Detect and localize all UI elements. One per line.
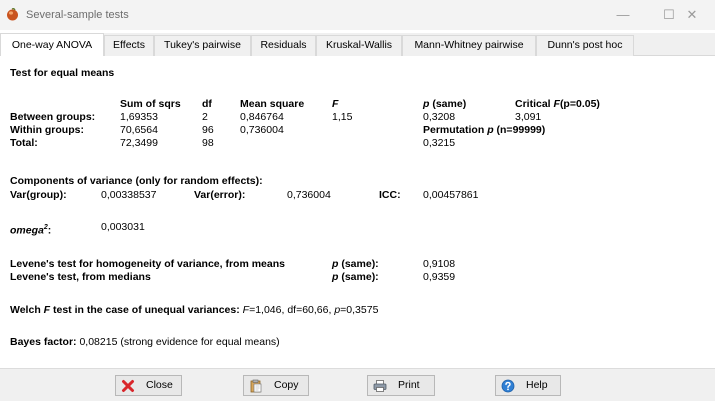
total-ss: 72,3499 — [120, 137, 158, 149]
row-label-between: Between groups: — [10, 111, 96, 123]
between-ms: 0,846764 — [240, 111, 284, 123]
critical-f-value: 3,091 — [515, 111, 542, 123]
welch-line: Welch F test in the case of unequal vari… — [10, 304, 379, 316]
icc-label: ICC: — [379, 189, 401, 201]
permutation-p: 0,3215 — [423, 137, 456, 149]
levene-means-label: Levene's test for homogeneity of varianc… — [10, 258, 285, 270]
report-heading: Test for equal means — [10, 67, 115, 79]
copy-button-label: Copy — [274, 379, 299, 391]
icc-value: 0,00457861 — [423, 189, 479, 201]
levene-means-p: 0,9108 — [423, 258, 456, 270]
help-button-label: Help — [526, 379, 548, 391]
close-window-button[interactable]: ✕ — [669, 0, 715, 30]
tab-bar: One-way ANOVA Effects Tukey's pairwise R… — [0, 33, 715, 57]
levene-medians-p: 0,9359 — [423, 271, 456, 283]
tab-residuals[interactable]: Residuals — [251, 35, 316, 56]
window-title: Several-sample tests — [26, 9, 129, 21]
print-button-label: Print — [398, 379, 420, 391]
within-ss: 70,6564 — [120, 124, 158, 136]
within-ms: 0,736004 — [240, 124, 284, 136]
header-p-same: p (same) — [423, 98, 467, 110]
close-icon — [122, 380, 134, 392]
var-group-label: Var(group): — [10, 189, 67, 201]
levene-medians-label: Levene's test, from medians — [10, 271, 151, 283]
clipboard-icon — [250, 379, 262, 393]
copy-button[interactable]: Copy — [243, 375, 309, 396]
printer-icon — [373, 380, 387, 392]
tab-dunns-post-hoc[interactable]: Dunn's post hoc — [536, 35, 634, 56]
levene-means-p-label: p (same): — [332, 258, 379, 270]
row-label-total: Total: — [10, 137, 38, 149]
permutation-label: Permutation p (n=99999) — [423, 124, 546, 136]
title-bar: Several-sample tests — ☐ ✕ — [0, 0, 715, 30]
header-f: F — [332, 98, 339, 110]
var-error-label: Var(error): — [194, 189, 246, 201]
levene-medians-p-label: p (same): — [332, 271, 379, 283]
close-button-label: Close — [146, 379, 173, 391]
bayes-line: Bayes factor: 0,08215 (strong evidence f… — [10, 336, 280, 348]
components-heading: Components of variance (only for random … — [10, 175, 263, 187]
minimize-button[interactable]: — — [600, 0, 646, 30]
between-df: 2 — [202, 111, 208, 123]
header-df: df — [202, 98, 212, 110]
header-sum-of-squares: Sum of sqrs — [120, 98, 181, 110]
help-icon — [501, 379, 515, 393]
app-logo-icon — [7, 8, 18, 21]
row-label-within: Within groups: — [10, 124, 84, 136]
header-mean-square: Mean square — [240, 98, 305, 110]
var-error-value: 0,736004 — [287, 189, 331, 201]
tab-kruskal-wallis[interactable]: Kruskal-Wallis — [316, 35, 402, 56]
total-df: 98 — [202, 137, 214, 149]
between-f: 1,15 — [332, 111, 353, 123]
tab-mann-whitney-pairwise[interactable]: Mann-Whitney pairwise — [402, 35, 536, 56]
help-button[interactable]: Help — [495, 375, 561, 396]
omega-label: omega2: — [10, 224, 52, 237]
button-bar: Close Copy Print Help — [0, 368, 715, 401]
between-p: 0,3208 — [423, 111, 456, 123]
tab-tukeys-pairwise[interactable]: Tukey's pairwise — [154, 35, 251, 56]
between-ss: 1,69353 — [120, 111, 158, 123]
omega-value: 0,003031 — [101, 221, 145, 233]
tab-effects[interactable]: Effects — [104, 35, 154, 56]
tab-one-way-anova[interactable]: One-way ANOVA — [0, 33, 104, 57]
var-group-value: 0,00338537 — [101, 189, 157, 201]
header-critical-f: Critical F(p=0.05) — [515, 98, 600, 110]
report-panel: Test for equal means Sum of sqrs df Mean… — [0, 56, 715, 368]
print-button[interactable]: Print — [367, 375, 435, 396]
close-button[interactable]: Close — [115, 375, 182, 396]
within-df: 96 — [202, 124, 214, 136]
